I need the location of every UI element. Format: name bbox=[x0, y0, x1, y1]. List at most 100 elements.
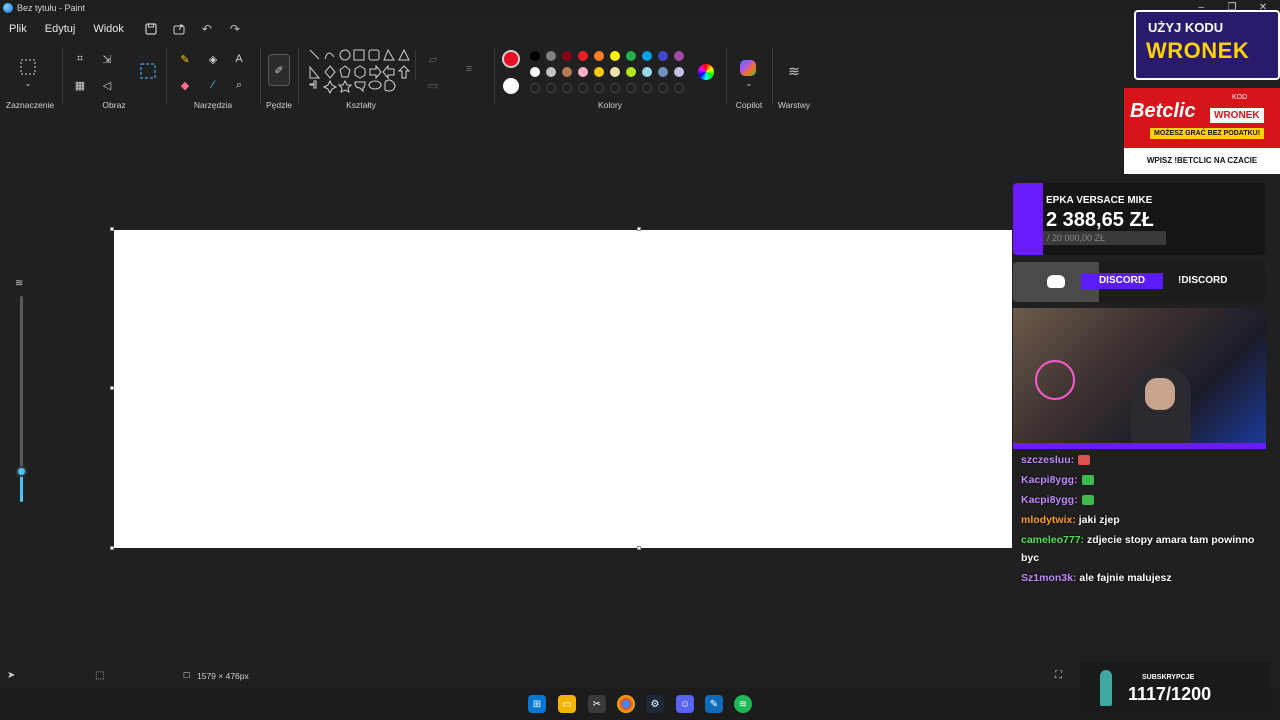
shape-fill-icon[interactable]: ▭ bbox=[424, 76, 442, 94]
brush-icon[interactable]: ✐ bbox=[268, 54, 290, 86]
ribbon-divider bbox=[494, 48, 495, 104]
palette-swatch[interactable] bbox=[658, 67, 668, 77]
resize-handle[interactable] bbox=[110, 386, 114, 390]
copilot-group: ⌄ Copilot bbox=[728, 42, 770, 114]
drawing-canvas[interactable] bbox=[114, 230, 1012, 548]
shape-outline-icon[interactable]: ▱ bbox=[424, 50, 442, 68]
primary-color-swatch[interactable] bbox=[502, 50, 520, 68]
fill-bucket-icon[interactable]: ◈ bbox=[204, 50, 222, 68]
save-icon[interactable] bbox=[141, 19, 161, 39]
custom-color-slot[interactable] bbox=[562, 83, 572, 93]
palette-swatch[interactable] bbox=[594, 67, 604, 77]
shapes-gallery[interactable] bbox=[308, 48, 418, 96]
custom-color-slot[interactable] bbox=[626, 83, 636, 93]
palette-swatch[interactable] bbox=[674, 51, 684, 61]
chevron-down-icon[interactable]: ⌄ bbox=[740, 74, 758, 92]
layers-icon[interactable]: ≋ bbox=[785, 62, 803, 80]
chat-username: szczesluu: bbox=[1021, 454, 1075, 466]
image-group-label: Obraz bbox=[102, 100, 126, 110]
shape-size-icon[interactable]: ≡ bbox=[460, 60, 478, 78]
chat-username: Kacpi8ygg: bbox=[1021, 474, 1078, 486]
spotify-icon[interactable]: ≋ bbox=[734, 695, 752, 713]
palette-swatch[interactable] bbox=[626, 67, 636, 77]
donation-title: EPKA VERSACE MIKE bbox=[1046, 195, 1153, 206]
magnifier-icon[interactable]: ⌕ bbox=[230, 76, 248, 94]
custom-color-slot[interactable] bbox=[642, 83, 652, 93]
steam-icon[interactable]: ⚙ bbox=[646, 695, 664, 713]
zoom-icon: ≋ bbox=[15, 278, 24, 289]
discord-logo-icon bbox=[1047, 275, 1065, 288]
edit-colors-icon[interactable] bbox=[698, 64, 714, 80]
windows-start-icon[interactable]: ⊞ bbox=[528, 695, 546, 713]
background-remove-icon[interactable]: ▦ bbox=[71, 76, 89, 94]
palette-swatch[interactable] bbox=[594, 51, 604, 61]
snipping-tool-icon[interactable]: ✂ bbox=[588, 695, 606, 713]
palette-swatch[interactable] bbox=[578, 51, 588, 61]
palette-swatch[interactable] bbox=[546, 51, 556, 61]
color-picker-icon[interactable]: ⁄ bbox=[204, 76, 222, 94]
discord-widget: DISCORD !DISCORD bbox=[1013, 262, 1265, 302]
palette-swatch[interactable] bbox=[562, 67, 572, 77]
promo-line1: UŻYJ KODU bbox=[1148, 20, 1224, 35]
subs-label: SUBSKRYPCJE bbox=[1142, 674, 1195, 681]
palette-swatch[interactable] bbox=[562, 51, 572, 61]
ribbon-divider bbox=[726, 48, 727, 104]
secondary-color-swatch[interactable] bbox=[503, 78, 519, 94]
custom-color-slot[interactable] bbox=[610, 83, 620, 93]
zoom-slider-thumb[interactable] bbox=[16, 466, 27, 477]
custom-color-slot[interactable] bbox=[658, 83, 668, 93]
flip-icon[interactable]: ◁ bbox=[98, 76, 116, 94]
file-explorer-icon[interactable]: ▭ bbox=[558, 695, 576, 713]
custom-color-slot[interactable] bbox=[578, 83, 588, 93]
menu-edit[interactable]: Edytuj bbox=[36, 16, 85, 42]
palette-swatch[interactable] bbox=[610, 51, 620, 61]
chat-message: Sz1mon3k: ale fajnie malujesz bbox=[1017, 568, 1263, 588]
brushes-group-label: Pędzle bbox=[266, 100, 292, 110]
fit-to-window-icon[interactable]: ⛶ bbox=[1055, 670, 1062, 681]
palette-swatch[interactable] bbox=[642, 51, 652, 61]
chevron-down-icon[interactable]: ⌄ bbox=[19, 74, 37, 92]
shapes-divider bbox=[415, 50, 416, 80]
paint-icon[interactable]: ✎ bbox=[705, 695, 723, 713]
paint-window: Bez tytułu - Paint – ❐ ✕ Plik Edytuj Wid… bbox=[0, 0, 1280, 720]
custom-color-slot[interactable] bbox=[546, 83, 556, 93]
tools-group: ✎ ◈ A ◆ ⁄ ⌕ Narzędzia bbox=[168, 42, 258, 114]
pencil-icon[interactable]: ✎ bbox=[176, 50, 194, 68]
image-select-icon[interactable] bbox=[139, 62, 157, 80]
custom-color-slot[interactable] bbox=[674, 83, 684, 93]
palette-swatch[interactable] bbox=[578, 67, 588, 77]
menu-view[interactable]: Widok bbox=[84, 16, 133, 42]
custom-color-slot[interactable] bbox=[594, 83, 604, 93]
discord-label: DISCORD bbox=[1081, 273, 1163, 289]
palette-swatch[interactable] bbox=[642, 67, 652, 77]
donation-goal-widget: EPKA VERSACE MIKE 2 388,65 ZŁ / 20 000,0… bbox=[1013, 183, 1265, 255]
chrome-icon[interactable] bbox=[617, 695, 635, 713]
undo-icon[interactable]: ↶ bbox=[197, 19, 217, 39]
custom-color-slot[interactable] bbox=[530, 83, 540, 93]
menu-file[interactable]: Plik bbox=[0, 16, 36, 42]
palette-swatch[interactable] bbox=[530, 67, 540, 77]
resize-icon[interactable]: ⇲ bbox=[98, 50, 116, 68]
resize-handle[interactable] bbox=[637, 546, 641, 550]
redo-icon[interactable]: ↷ bbox=[225, 19, 245, 39]
text-icon[interactable]: A bbox=[230, 50, 248, 68]
resize-handle[interactable] bbox=[637, 227, 641, 231]
shapes-group-label: Kształty bbox=[346, 100, 376, 110]
palette-swatch[interactable] bbox=[626, 51, 636, 61]
eraser-icon[interactable]: ◆ bbox=[176, 76, 194, 94]
discord-icon[interactable]: ☺ bbox=[676, 695, 694, 713]
cursor-position-icon: ➤ bbox=[7, 670, 16, 681]
chat-overlay: szczesluu: Kacpi8ygg: Kacpi8ygg: mlodytwix:… bbox=[1017, 450, 1263, 588]
colors-group: Kolory bbox=[496, 42, 724, 114]
palette-swatch[interactable] bbox=[674, 67, 684, 77]
selection-group-label: Zaznaczenie bbox=[5, 100, 55, 110]
share-icon[interactable] bbox=[169, 19, 189, 39]
palette-swatch[interactable] bbox=[530, 51, 540, 61]
resize-handle[interactable] bbox=[110, 227, 114, 231]
resize-handle[interactable] bbox=[110, 546, 114, 550]
palette-swatch[interactable] bbox=[610, 67, 620, 77]
palette-swatch[interactable] bbox=[546, 67, 556, 77]
crop-icon[interactable]: ⌗ bbox=[71, 50, 89, 68]
palette-swatch[interactable] bbox=[658, 51, 668, 61]
betclic-banner: Betclic KOD WRONEK MOŻESZ GRAĆ BEZ PODAT… bbox=[1124, 88, 1280, 174]
